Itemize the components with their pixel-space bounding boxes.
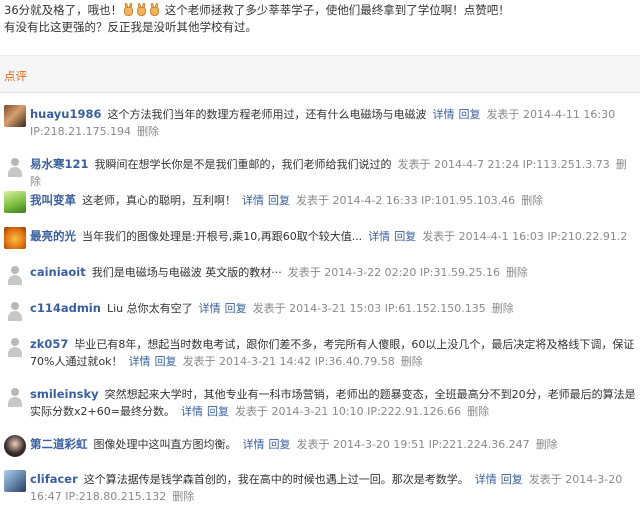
comment-username[interactable]: cainiaoit	[30, 265, 86, 279]
delete-link[interactable]: 删除	[401, 355, 423, 368]
avatar[interactable]	[4, 227, 26, 249]
detail-link[interactable]: 详情	[368, 230, 390, 243]
delete-link[interactable]: 删除	[467, 405, 489, 418]
reply-link[interactable]: 回复	[458, 108, 480, 121]
comment-content: c114admin Liu 总你太有空了 详情 回复 发表于 2014-3-21 15:…	[30, 300, 636, 317]
comment-username[interactable]: huayu1986	[30, 107, 101, 121]
detail-link[interactable]: 详情	[242, 194, 264, 207]
comment-content: 我叫变革 这老师，真心的聪明，互利啊！ 详情 回复 发表于 2014-4-2 16:33…	[30, 192, 636, 209]
comment-username[interactable]: clifacer	[30, 472, 78, 486]
comment-username[interactable]: c114admin	[30, 301, 101, 315]
comment-username[interactable]: 第二道彩虹	[30, 437, 88, 451]
reply-link[interactable]: 回复	[207, 405, 229, 418]
comment-username[interactable]: 最亮的光	[30, 229, 76, 243]
detail-link[interactable]: 详情	[243, 438, 265, 451]
thumbs-up-icon	[123, 2, 134, 16]
comment-content: zk057 毕业已有8年，想起当时数电考试，跟你们差不多，考完所有人傻眼，60以上…	[30, 336, 636, 370]
avatar[interactable]	[4, 191, 26, 213]
reply-link[interactable]: 回复	[269, 438, 291, 451]
delete-link[interactable]: 删除	[536, 438, 558, 451]
section-title: 点评	[4, 69, 27, 83]
comment-date: 发表于 2014-4-1 16:03	[422, 230, 544, 243]
reply-link[interactable]: 回复	[268, 194, 290, 207]
detail-link[interactable]: 详情	[181, 405, 203, 418]
comment-date: 发表于 2014-3-22 02:20	[287, 266, 417, 279]
avatar[interactable]	[4, 263, 26, 285]
reply-link[interactable]: 回复	[155, 355, 177, 368]
detail-link[interactable]: 详情	[475, 473, 497, 486]
comment-text: Liu 总你太有空了	[106, 302, 193, 315]
comment-ip: IP:61.152.150.135	[384, 302, 486, 315]
delete-link[interactable]: 删除	[521, 194, 543, 207]
comment-date: 发表于 2014-4-7 21:24	[397, 158, 520, 171]
comment-text: 图像处理中这叫直方图均衡。	[93, 438, 237, 451]
intro-line-1: 36分就及格了，哦也！ 这个老师拯救了多少莘莘学子，使他们最终拿到了学位啊！点赞…	[4, 2, 636, 19]
reply-link[interactable]: 回复	[225, 302, 247, 315]
comment-ip: IP:218.21.175.194	[30, 125, 132, 138]
thumbs-up-icon	[149, 2, 160, 16]
avatar[interactable]	[4, 470, 26, 492]
delete-link[interactable]: 删除	[506, 266, 528, 279]
comment-ip: IP:31.59.25.16	[419, 266, 500, 279]
comment-content: 第二道彩虹 图像处理中这叫直方图均衡。 详情 回复 发表于 2014-3-20 19:5…	[30, 436, 636, 453]
comment-text: 我瞬间在想学长你是不是我们重邮的，我们老师给我们说过的	[94, 158, 392, 171]
delete-link[interactable]: 删除	[492, 302, 514, 315]
comments-section-header: 点评	[0, 55, 640, 93]
reply-link[interactable]: 回复	[394, 230, 416, 243]
comment-ip: IP:222.91.126.66	[367, 405, 462, 418]
avatar[interactable]	[4, 385, 26, 407]
comment-text: 我们是电磁场与电磁波 英文版的教材···	[91, 266, 282, 279]
article-tail: 36分就及格了，哦也！ 这个老师拯救了多少莘莘学子，使他们最终拿到了学位啊！点赞…	[4, 2, 636, 36]
comment-content: 易水寒121 我瞬间在想学长你是不是我们重邮的，我们老师给我们说过的 发表于 201…	[30, 156, 636, 190]
intro-text-a: 36分就及格了，哦也！	[4, 3, 123, 17]
comment-content: 最亮的光 当年我们的图像处理是:开根号,乘10,再跟60取个较大值... 详情 回复发…	[30, 228, 636, 245]
comment-text: 当年我们的图像处理是:开根号,乘10,再跟60取个较大值...	[82, 230, 363, 243]
comment-content: huayu1986 这个方法我们当年的数理方程老师用过，还有什么电磁场与电磁波 详情…	[30, 106, 636, 140]
comment-text: 这老师，真心的聪明，互利啊！	[82, 194, 236, 207]
comment-text: 这个方法我们当年的数理方程老师用过，还有什么电磁场与电磁波	[107, 108, 427, 121]
comment-ip: IP:218.80.215.132	[65, 490, 167, 503]
comment-date: 发表于 2014-3-21 14:42	[182, 355, 312, 368]
avatar[interactable]	[4, 299, 26, 321]
detail-link[interactable]: 详情	[199, 302, 221, 315]
comment-date: 发表于 2014-3-21 10:10	[234, 405, 364, 418]
comment-content: cainiaoit 我们是电磁场与电磁波 英文版的教材··· 发表于 2014-3-…	[30, 264, 636, 281]
comment-content: smileinsky 突然想起来大学时，其他专业有一科市场营销，老师出的题暴变态，…	[30, 386, 636, 420]
comment-date: 发表于 2014-3-20 19:51	[296, 438, 426, 451]
comment-username[interactable]: 我叫变革	[30, 193, 76, 207]
avatar[interactable]	[4, 155, 26, 177]
comment-username[interactable]: zk057	[30, 337, 68, 351]
comment-date: 发表于 2014-4-11 16:30	[486, 108, 616, 121]
comment-ip: IP:210.22.91.2	[547, 230, 628, 243]
comment-ip: IP:113.251.3.73	[522, 158, 610, 171]
thumbs-up-icon	[136, 2, 147, 16]
avatar[interactable]	[4, 435, 26, 457]
delete-link[interactable]: 删除	[172, 490, 194, 503]
avatar[interactable]	[4, 335, 26, 357]
detail-link[interactable]: 详情	[432, 108, 454, 121]
comment-text: 这个算法据传是钱学森首创的，我在高中的时候也遇上过一回。那次是考数学。	[83, 473, 469, 486]
reply-link[interactable]: 回复	[501, 473, 523, 486]
comment-username[interactable]: 易水寒121	[30, 157, 89, 171]
comment-username[interactable]: smileinsky	[30, 387, 99, 401]
intro-text-b: 这个老师拯救了多少莘莘学子，使他们最终拿到了学位啊！点赞吧！	[164, 3, 510, 17]
detail-link[interactable]: 详情	[129, 355, 151, 368]
delete-link[interactable]: 删除	[137, 125, 159, 138]
comment-date: 发表于 2014-3-21 15:03	[252, 302, 382, 315]
intro-line-2: 有没有比这更强的？反正我是没听其他学校有过。	[4, 20, 257, 34]
comment-ip: IP:101.95.103.46	[421, 194, 516, 207]
comment-ip: IP:36.40.79.58	[314, 355, 395, 368]
avatar[interactable]	[4, 105, 26, 127]
comment-date: 发表于 2014-4-2 16:33	[296, 194, 418, 207]
comment-ip: IP:221.224.36.247	[428, 438, 530, 451]
